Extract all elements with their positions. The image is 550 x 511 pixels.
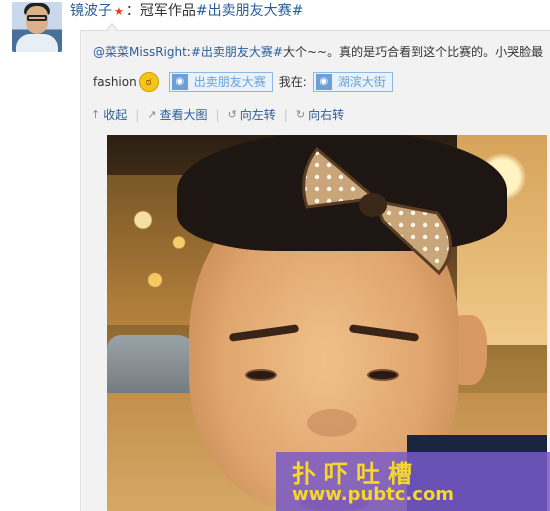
image-toolbar: ↑ 收起 | ↗ 查看大图 | ↺ 向左转 | ↻ 向右转 <box>91 107 344 123</box>
author-avatar[interactable] <box>12 2 62 52</box>
rotate-left-button[interactable]: ↺ 向左转 <box>228 107 276 123</box>
vip-badge-icon[interactable]: ★ <box>114 5 124 18</box>
collapse-icon: ↑ <box>91 108 101 121</box>
toolbar-divider: | <box>215 108 220 122</box>
collapse-label: 收起 <box>103 108 128 122</box>
post-colon: ： <box>125 3 140 19</box>
repost-box: @菜菜MissRight:#出卖朋友大赛#大个~~。真的是巧合看到这个比赛的。小… <box>80 23 550 511</box>
original-topic-link[interactable]: #出卖朋友大赛# <box>191 45 283 59</box>
rotate-right-button[interactable]: ↻ 向右转 <box>296 107 344 123</box>
collapse-button[interactable]: ↑ 收起 <box>91 107 127 123</box>
watermark-url: www.pubtc.com <box>292 484 455 505</box>
post-topic-link[interactable]: #出卖朋友大赛# <box>196 3 303 19</box>
location-pin-icon: ◉ <box>315 74 332 90</box>
topic-chip-link[interactable]: ◉ 出卖朋友大赛 <box>168 72 273 92</box>
location-pin-icon: ◉ <box>171 74 188 90</box>
rotate-right-label: 向右转 <box>308 108 345 122</box>
location-chip-label: 湖滨大街 <box>337 75 386 89</box>
toolbar-divider: | <box>283 108 288 122</box>
post-content: 镜波子 ★ ：冠军作品#出卖朋友大赛# <box>70 2 303 21</box>
toolbar-divider: | <box>135 108 140 122</box>
location-chip-link[interactable]: ◉ 湖滨大街 <box>312 72 393 92</box>
site-watermark: 扑吓吐槽 www.pubtc.com <box>276 452 550 511</box>
author-name-link[interactable]: 镜波子 <box>70 3 112 19</box>
avatar-shirt <box>16 34 58 52</box>
rotate-left-label: 向左转 <box>239 108 276 122</box>
rotate-right-icon: ↻ <box>295 108 306 121</box>
rotate-left-icon: ↺ <box>227 108 237 121</box>
view-large-label: 查看大图 <box>159 108 208 122</box>
location-prefix: 我在: <box>278 75 307 89</box>
cry-face-emoji-icon: ಠ <box>138 72 159 92</box>
original-post-line1: @菜菜MissRight:#出卖朋友大赛#大个~~。真的是巧合看到这个比赛的。小… <box>93 44 543 60</box>
view-large-button[interactable]: ↗ 查看大图 <box>147 107 207 123</box>
original-post-line2: fashion ಠ ◉ 出卖朋友大赛 我在: ◉ 湖滨大街 <box>93 72 399 92</box>
original-author-link[interactable]: @菜菜MissRight <box>93 45 187 59</box>
post-text: 冠军作品 <box>139 3 196 19</box>
original-text: 大个~~。真的是巧合看到这个比赛的。小哭脸最 <box>282 45 544 59</box>
original-text-cont: fashion <box>93 75 137 89</box>
topic-chip-label: 出卖朋友大赛 <box>193 75 266 89</box>
avatar-glasses <box>27 15 47 21</box>
external-link-icon: ↗ <box>147 108 157 121</box>
